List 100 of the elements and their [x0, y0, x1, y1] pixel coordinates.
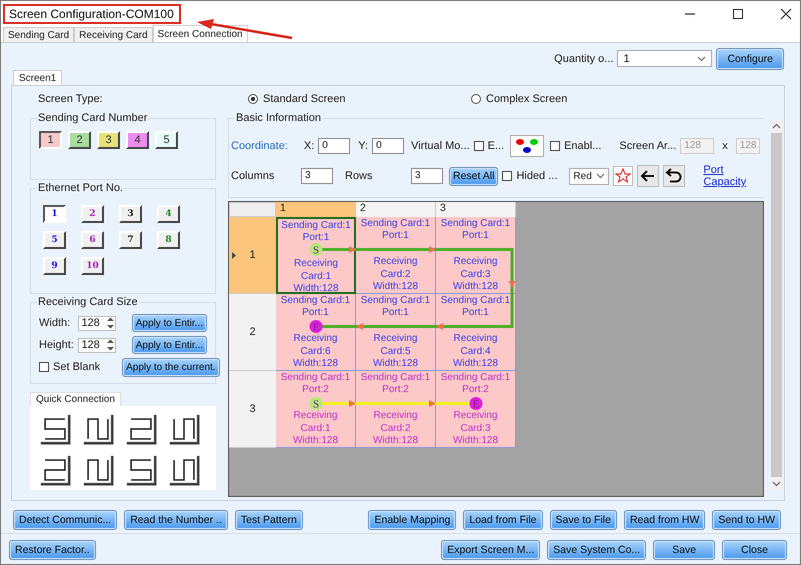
wiring-pattern-icon[interactable]	[81, 412, 115, 446]
action-button[interactable]: Detect Communic...	[13, 510, 118, 530]
group-title: Receiving Card Size	[37, 296, 139, 308]
action-button[interactable]: Send to HW	[712, 510, 781, 530]
action-button[interactable]: Read from HW	[624, 510, 706, 530]
window-title: Screen Configuration-COM100	[9, 6, 174, 20]
radio-option[interactable]: Standard Screen	[248, 92, 471, 104]
screen-tab[interactable]: Screen1	[13, 70, 62, 85]
quick-connection-tab[interactable]: Quick Connection	[30, 392, 121, 406]
current-row-icon	[232, 252, 236, 258]
action-button[interactable]: Test Pattern	[234, 510, 303, 530]
sending-card-button[interactable]: 4	[126, 131, 149, 149]
configure-button[interactable]: Configure	[716, 48, 784, 70]
column-header[interactable]: 3	[436, 202, 516, 217]
wiring-pattern-icon[interactable]	[81, 453, 115, 487]
tab[interactable]: Screen Connection	[152, 25, 248, 42]
grid-cell[interactable]: Sending Card:1 Port:1 Receiving Card:4 Width:128	[436, 294, 516, 371]
apply-button[interactable]: Apply to Entir...	[132, 336, 207, 354]
size-spinbox[interactable]: 128	[78, 338, 116, 352]
color-dropdown[interactable]: Red	[569, 168, 610, 184]
footer-button[interactable]: Save System Co...	[547, 540, 646, 560]
columns-field[interactable]: 3	[301, 168, 333, 184]
footer-button[interactable]: Close	[722, 540, 787, 560]
checkbox-option[interactable]: E...	[474, 140, 504, 152]
action-button[interactable]: Save to File	[550, 510, 617, 530]
checkbox-option[interactable]: Enabl...	[550, 140, 602, 152]
footer-button[interactable]: Export Screen M...	[441, 540, 540, 560]
wiring-pattern-icon[interactable]	[38, 453, 72, 487]
grid-cell[interactable]: Sending Card:1 Port:1 Receiving Card:3 Width:128	[436, 217, 516, 294]
row-number: 2	[249, 326, 256, 338]
virtual-mode-label: Virtual Mo...	[411, 140, 470, 152]
port-button[interactable]: 7	[119, 231, 142, 249]
wiring-pattern-icon[interactable]	[167, 412, 201, 446]
scroll-down-icon[interactable]	[772, 481, 781, 487]
sending-card-button[interactable]: 3	[97, 131, 120, 149]
corner-header	[229, 202, 276, 217]
tab[interactable]: Receiving Card	[74, 27, 153, 42]
x-field[interactable]: 0	[318, 138, 350, 154]
wiring-pattern-icon[interactable]	[167, 453, 201, 487]
row-number: 3	[249, 403, 256, 415]
restore-button[interactable]: Restore Factor..	[9, 540, 96, 560]
column-header[interactable]: 2	[356, 202, 436, 217]
row-header[interactable]: 1	[229, 217, 276, 294]
port-button[interactable]: 9	[43, 257, 66, 275]
reset-all-button[interactable]: Reset All	[449, 166, 498, 186]
action-button[interactable]: Load from File	[463, 510, 542, 530]
wiring-pattern-icon[interactable]	[38, 412, 72, 446]
size-label: Height:	[39, 339, 75, 351]
port-button[interactable]: 6	[81, 231, 104, 249]
port-button[interactable]: 3	[119, 205, 142, 223]
rows-field[interactable]: 3	[411, 168, 443, 184]
port-button[interactable]: 2	[81, 205, 104, 223]
star-icon[interactable]	[613, 166, 634, 186]
apply-button[interactable]: Apply to the current.	[122, 358, 220, 376]
sending-card-button[interactable]: 2	[68, 131, 91, 149]
color-dots-icon[interactable]	[510, 135, 544, 157]
group-title: Ethernet Port No.	[37, 182, 124, 194]
quantity-dropdown[interactable]: 1	[617, 50, 712, 67]
route-marker: S	[310, 243, 322, 256]
port-button[interactable]: 8	[157, 231, 180, 249]
grid-cell[interactable]: Sending Card:1 Port:1 Receiving Card:5 Width:128	[356, 294, 436, 371]
apply-button[interactable]: Apply to Entir...	[132, 314, 207, 332]
wiring-pattern-icon[interactable]	[124, 412, 158, 446]
port-button[interactable]: 1	[43, 205, 66, 223]
columns-label: Columns	[231, 170, 276, 182]
maximize-icon[interactable]	[732, 8, 744, 20]
size-spinbox[interactable]: 128	[78, 316, 116, 330]
row-header[interactable]: 2	[229, 294, 276, 371]
route-marker: E	[310, 320, 322, 334]
undo-icon[interactable]	[663, 165, 686, 187]
grid-cell[interactable]: Sending Card:1 Port:1 Receiving Card:2 Width:128	[356, 217, 436, 294]
checkbox-option[interactable]: Set Blank	[39, 361, 100, 373]
port-capacity-link[interactable]: Port Capacity	[703, 164, 748, 188]
radio-option[interactable]: Complex Screen	[471, 92, 694, 104]
checkbox-option[interactable]: Hided ...	[502, 170, 558, 182]
tab[interactable]: Sending Card	[3, 27, 74, 42]
y-field[interactable]: 0	[372, 138, 404, 154]
port-button[interactable]: 5	[43, 231, 66, 249]
scroll-up-icon[interactable]	[772, 123, 781, 129]
sending-card-button[interactable]: 5	[155, 131, 178, 149]
row-header[interactable]: 3	[229, 371, 276, 448]
group-title: Sending Card Number	[37, 112, 148, 124]
chevron-icon	[697, 56, 706, 62]
vertical-scrollbar[interactable]	[770, 120, 783, 490]
wiring-pattern-icon[interactable]	[124, 453, 158, 487]
chevron-icon	[596, 173, 606, 179]
sending-card-button[interactable]: 1	[39, 131, 62, 149]
action-button[interactable]: Read the Number ..	[124, 510, 228, 530]
row-number: 1	[249, 249, 256, 261]
route-marker: S	[310, 397, 322, 410]
spin-arrows-icon	[106, 316, 115, 330]
close-icon[interactable]	[780, 8, 792, 20]
action-button[interactable]: Enable Mapping	[368, 510, 456, 530]
footer-button[interactable]: Save	[653, 540, 716, 560]
size-label: Width:	[39, 317, 72, 329]
x-label: X:	[304, 140, 314, 152]
column-header[interactable]: 1	[276, 202, 356, 217]
coordinate-label: Coordinate:	[231, 140, 288, 152]
port-button[interactable]: 10	[81, 257, 104, 275]
port-button[interactable]: 4	[157, 205, 180, 223]
